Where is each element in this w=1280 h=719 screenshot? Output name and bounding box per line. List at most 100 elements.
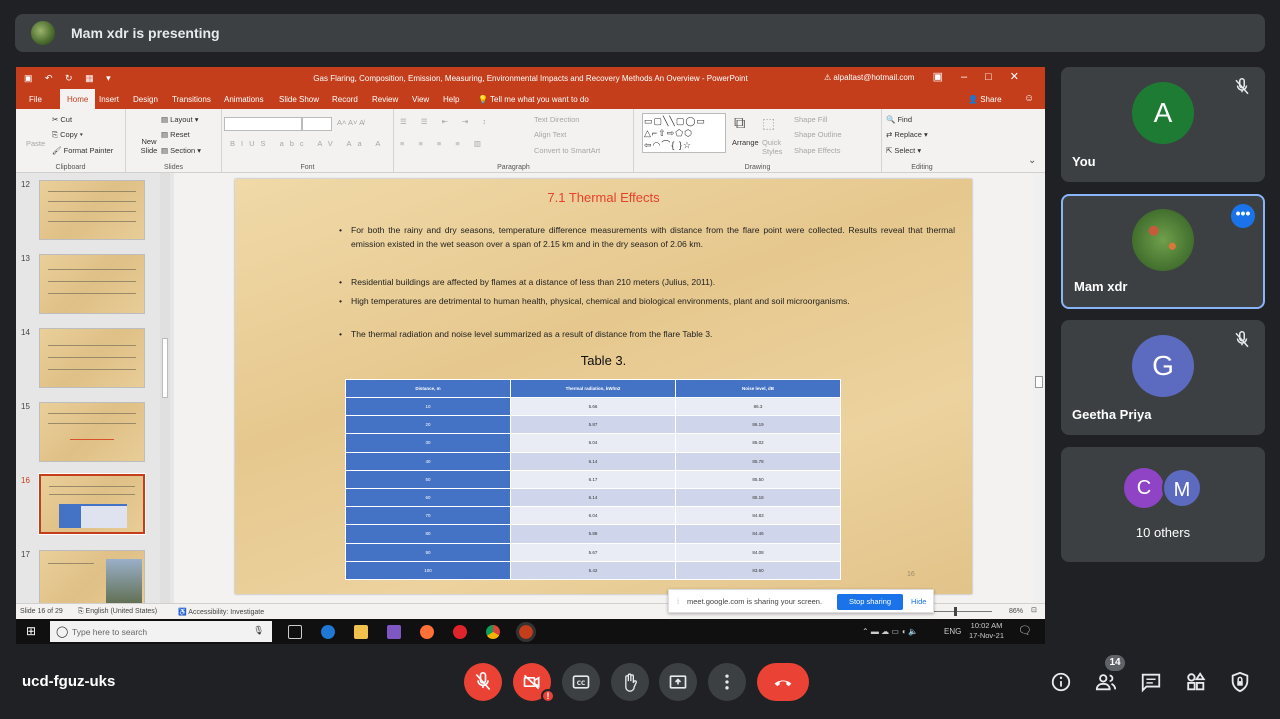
text-direction-button[interactable]: Text Direction bbox=[534, 115, 579, 124]
menu-file[interactable]: File bbox=[29, 95, 42, 104]
find-button[interactable]: 🔍 Find bbox=[886, 115, 912, 124]
menu-help[interactable]: Help bbox=[443, 95, 459, 104]
fit-slide-icon[interactable]: ⊡ bbox=[1031, 606, 1037, 614]
shape-fill-button[interactable]: Shape Fill bbox=[794, 115, 827, 124]
menu-transitions[interactable]: Transitions bbox=[172, 95, 211, 104]
mic-toggle-button[interactable] bbox=[464, 663, 502, 701]
search-placeholder: Type here to search bbox=[72, 627, 148, 637]
slide-canvas[interactable]: 7.1 Thermal Effects For both the rainy a… bbox=[235, 179, 972, 594]
shape-effects-button[interactable]: Shape Effects bbox=[794, 146, 841, 155]
list-buttons[interactable]: ☰ ☰ ⇤ ⇥ ↕ bbox=[400, 117, 492, 126]
ribbon: Paste ✂ Cut ⎘ Copy ▾ 🖌 Format Painter Cl… bbox=[16, 109, 1045, 173]
paste-button[interactable]: Paste bbox=[26, 139, 45, 148]
shape-outline-button[interactable]: Shape Outline bbox=[794, 130, 842, 139]
present-now-button[interactable] bbox=[659, 663, 697, 701]
hide-banner-button[interactable]: Hide bbox=[911, 597, 926, 606]
menu-record[interactable]: Record bbox=[332, 95, 358, 104]
section-button[interactable]: ▤ Section ▾ bbox=[161, 146, 201, 155]
firefox-icon[interactable] bbox=[420, 625, 434, 639]
participant-tile-you[interactable]: A You bbox=[1061, 67, 1265, 182]
share-button[interactable]: 👤 Share bbox=[968, 95, 1002, 104]
arrange-icon[interactable]: ⧉ bbox=[734, 115, 745, 133]
stop-sharing-button[interactable]: Stop sharing bbox=[837, 594, 903, 610]
shapes-gallery[interactable]: ▭▢╲╲▢◯▭ △⌐⇧⇨⬠⬡ ⇦◠⌒{ }☆ bbox=[642, 113, 726, 153]
participant-tile-mam-xdr[interactable]: ••• Mam xdr bbox=[1061, 194, 1265, 309]
captions-button[interactable]: CC bbox=[562, 663, 600, 701]
host-controls-button[interactable] bbox=[1227, 669, 1253, 695]
menu-slide-show[interactable]: Slide Show bbox=[279, 95, 319, 104]
menu-design[interactable]: Design bbox=[133, 95, 158, 104]
opera-icon[interactable] bbox=[453, 625, 467, 639]
font-style-buttons[interactable]: BIUS abc AV Aa A bbox=[230, 139, 386, 148]
taskbar-clock[interactable]: 10:02 AM 17-Nov-21 bbox=[969, 621, 1004, 641]
thumbnail-slide-17[interactable] bbox=[39, 550, 145, 610]
raise-hand-button[interactable] bbox=[611, 663, 649, 701]
people-button[interactable]: 14 bbox=[1093, 655, 1125, 695]
menu-insert[interactable]: Insert bbox=[99, 95, 119, 104]
align-text-button[interactable]: Align Text bbox=[534, 130, 566, 139]
language-status[interactable]: ⎘ English (United States) bbox=[78, 608, 157, 616]
meeting-details-button[interactable] bbox=[1048, 669, 1074, 695]
copy-button[interactable]: ⎘ Copy ▾ bbox=[52, 130, 83, 140]
thumbnail-slide-15[interactable] bbox=[39, 402, 145, 462]
task-view-icon[interactable] bbox=[288, 625, 302, 639]
participant-tile-others[interactable]: C M 10 others bbox=[1061, 447, 1265, 562]
menu-home[interactable]: Home bbox=[60, 89, 96, 109]
layout-button[interactable]: ▤ Layout ▾ bbox=[161, 115, 199, 124]
align-buttons[interactable]: ≡ ≡ ≡ ≡ ▥ bbox=[400, 139, 487, 148]
slide-page-number: 16 bbox=[907, 571, 915, 578]
table-row: 50 6.17 85.50 bbox=[345, 469, 841, 489]
menu-animations[interactable]: Animations bbox=[224, 95, 264, 104]
activities-button[interactable] bbox=[1183, 669, 1209, 695]
cut-button[interactable]: ✂ Cut bbox=[52, 115, 72, 124]
camera-toggle-button[interactable]: ! bbox=[513, 663, 555, 703]
thumbnail-slide-13[interactable] bbox=[39, 254, 145, 314]
replace-button[interactable]: ⇄ Replace ▾ bbox=[886, 130, 928, 139]
microphone-icon[interactable]: 🎙 bbox=[253, 625, 264, 636]
format-painter-button[interactable]: 🖌 Format Painter bbox=[52, 146, 113, 155]
menu-view[interactable]: View bbox=[412, 95, 429, 104]
chrome-icon[interactable] bbox=[486, 625, 500, 639]
thumbnail-scrollbar[interactable] bbox=[160, 173, 170, 603]
quick-styles-button[interactable]: Quick Styles bbox=[762, 138, 792, 156]
participant-tile-geetha-priya[interactable]: G Geetha Priya bbox=[1061, 320, 1265, 435]
meeting-code[interactable]: ucd-fguz-uks bbox=[22, 673, 115, 690]
more-options-button[interactable] bbox=[708, 663, 746, 701]
language-indicator[interactable]: ENG bbox=[944, 627, 961, 636]
menu-review[interactable]: Review bbox=[372, 95, 398, 104]
notifications-icon[interactable]: 🗨 bbox=[1018, 624, 1032, 637]
chat-button[interactable] bbox=[1138, 669, 1164, 695]
drag-handle-icon[interactable]: ⁞ bbox=[677, 597, 679, 606]
table-cell: 5.87 bbox=[510, 415, 676, 435]
tray-icons[interactable]: ⌃ ▬ ☁ ▭ ◖ 🔈 bbox=[862, 627, 918, 636]
reset-button[interactable]: ▤ Reset bbox=[161, 130, 190, 139]
feedback-icon[interactable]: ☺ bbox=[1024, 93, 1034, 104]
convert-smartart-button[interactable]: Convert to SmartArt bbox=[534, 146, 600, 155]
arrange-button[interactable]: Arrange bbox=[732, 138, 759, 147]
table-cell: 84.46 bbox=[675, 524, 841, 544]
leave-call-button[interactable] bbox=[757, 663, 809, 701]
window-controls[interactable]: ▣–□✕ bbox=[933, 70, 1037, 83]
collapse-ribbon-icon[interactable]: ⌄ bbox=[1028, 155, 1036, 166]
accessibility-status[interactable]: ♿ Accessibility: Investigate bbox=[178, 608, 264, 616]
font-name-box[interactable] bbox=[224, 117, 302, 131]
clipboard-group: Paste ✂ Cut ⎘ Copy ▾ 🖌 Format Painter Cl… bbox=[16, 109, 126, 173]
tell-me-box[interactable]: 💡 Tell me what you want to do bbox=[478, 95, 589, 104]
font-size-box[interactable] bbox=[302, 117, 332, 131]
more-options-icon[interactable]: ••• bbox=[1231, 204, 1255, 228]
slide-scrollbar[interactable] bbox=[1033, 173, 1045, 603]
edge-icon[interactable] bbox=[321, 625, 335, 639]
new-slide-button[interactable]: New Slide bbox=[136, 137, 162, 155]
store-icon[interactable] bbox=[387, 625, 401, 639]
powerpoint-icon[interactable] bbox=[516, 622, 536, 642]
thumbnail-slide-12[interactable] bbox=[39, 180, 145, 240]
font-size-buttons[interactable]: A˄ A˅ A̸ bbox=[337, 118, 364, 127]
windows-start-icon[interactable]: ⊞ bbox=[26, 624, 36, 638]
file-explorer-icon[interactable] bbox=[354, 625, 368, 639]
zoom-level[interactable]: 86% bbox=[1009, 608, 1023, 615]
thumbnail-slide-14[interactable] bbox=[39, 328, 145, 388]
select-button[interactable]: ⇱ Select ▾ bbox=[886, 146, 921, 155]
taskbar-search[interactable]: ◯ Type here to search 🎙 bbox=[50, 621, 272, 642]
quick-styles-icon[interactable]: ⬚ bbox=[762, 115, 775, 132]
thumbnail-slide-16[interactable] bbox=[38, 473, 146, 535]
